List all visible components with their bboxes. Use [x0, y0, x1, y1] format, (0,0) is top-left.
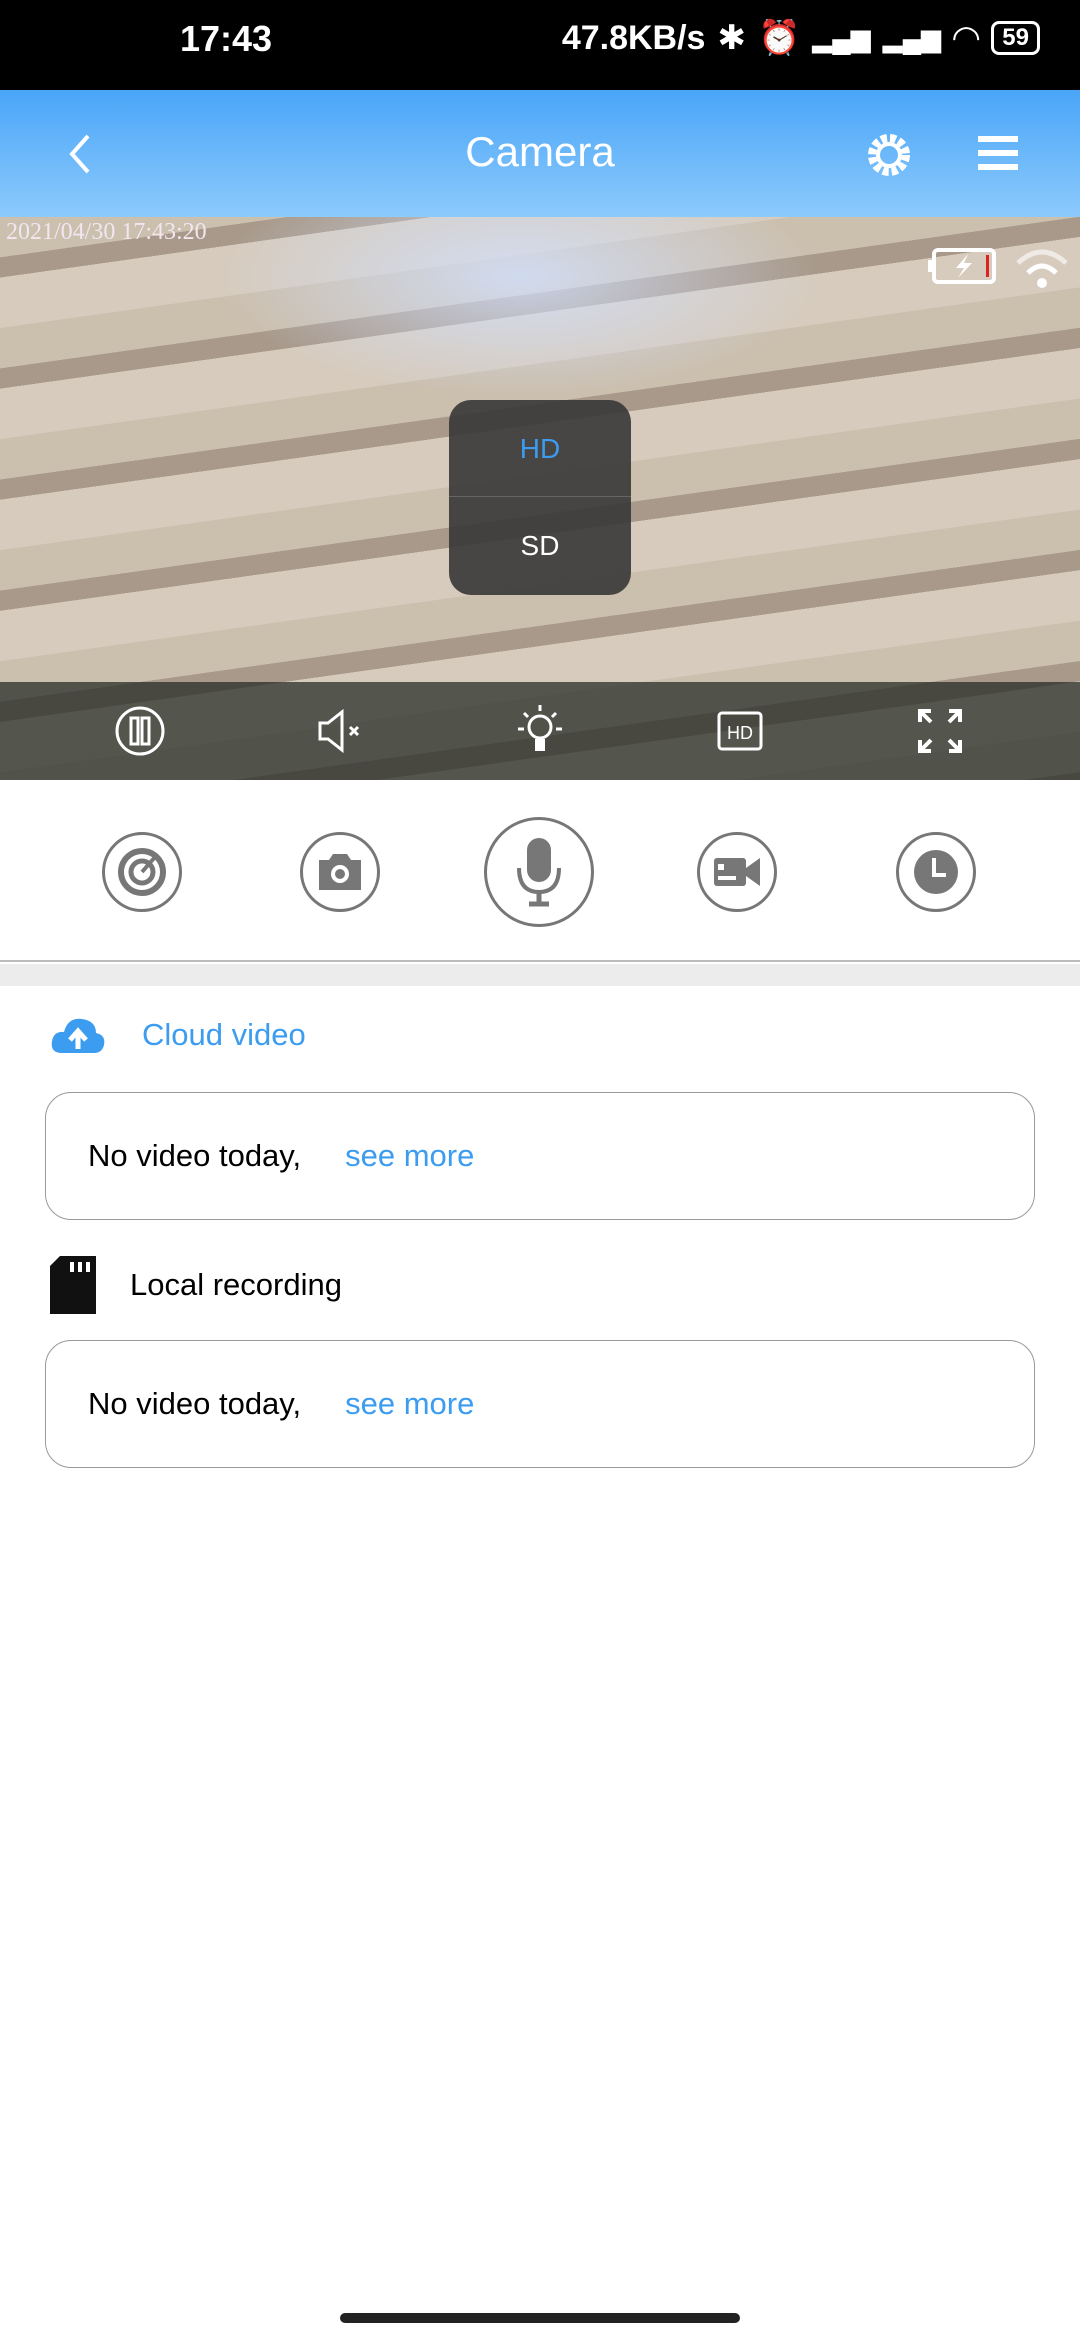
video-camera-icon: [714, 858, 760, 886]
video-timestamp: 2021/04/30 17:43:20: [6, 219, 207, 245]
mute-icon[interactable]: [310, 701, 370, 761]
quality-menu: HD SD: [449, 400, 631, 595]
camera-icon: [319, 854, 361, 890]
talk-button[interactable]: [484, 817, 594, 927]
menu-icon[interactable]: [978, 134, 1018, 172]
camera-live-view[interactable]: 2021/04/30 17:43:20 HD SD HD: [0, 217, 1080, 780]
snapshot-button[interactable]: [300, 832, 380, 912]
cloud-video-card[interactable]: No video today, see more: [45, 1092, 1035, 1220]
signal-icon: ▂▄▆: [882, 22, 942, 53]
cloud-video-header: Cloud video: [50, 1015, 306, 1055]
net-speed: 47.8KB/s: [561, 18, 706, 57]
fullscreen-icon[interactable]: [910, 701, 970, 761]
local-empty-text: No video today,: [88, 1386, 302, 1421]
detection-button[interactable]: [102, 832, 182, 912]
cloud-upload-icon: [51, 1018, 105, 1053]
camera-wifi-icon: [1016, 249, 1068, 288]
clock-icon: [914, 850, 958, 894]
alarm-icon: ⏰: [757, 19, 801, 57]
cloud-empty-text: No video today,: [88, 1138, 302, 1173]
cloud-see-more-link[interactable]: see more: [345, 1138, 474, 1174]
action-row: [0, 780, 1080, 962]
bluetooth-icon: ✱: [717, 19, 746, 57]
video-control-bar: HD: [0, 682, 1080, 780]
hd-toggle[interactable]: HD: [710, 701, 770, 761]
playback-button[interactable]: [896, 832, 976, 912]
signal-icon: ▂▄▆: [812, 22, 871, 53]
section-divider: [0, 964, 1080, 986]
local-recording-title: Local recording: [130, 1267, 342, 1302]
camera-battery-icon: [928, 248, 996, 284]
sd-card-icon: [50, 1256, 96, 1314]
home-indicator[interactable]: [340, 2313, 740, 2323]
cloud-video-title: Cloud video: [142, 1017, 306, 1052]
battery-icon: 59: [991, 21, 1040, 55]
hd-badge-text: HD: [727, 723, 753, 743]
page-title: Camera: [465, 128, 615, 175]
light-bulb-icon[interactable]: [510, 701, 570, 761]
settings-icon[interactable]: [866, 132, 912, 178]
status-time: 17:43: [180, 18, 273, 59]
local-recording-card[interactable]: No video today, see more: [45, 1340, 1035, 1468]
microphone-icon: [517, 838, 561, 907]
local-see-more-link[interactable]: see more: [345, 1386, 474, 1422]
quality-option-hd[interactable]: HD: [449, 400, 631, 497]
quality-option-sd[interactable]: SD: [449, 497, 631, 594]
local-recording-header: Local recording: [50, 1256, 342, 1314]
wifi-icon: ◠: [953, 19, 980, 57]
record-button[interactable]: [697, 832, 777, 912]
pause-icon[interactable]: [110, 701, 170, 761]
status-bar: 17:43 47.8KB/s ✱ ⏰ ▂▄▆ ▂▄▆ ◠ 59: [0, 0, 1080, 90]
radar-icon: [118, 848, 166, 896]
app-header: Camera: [0, 90, 1080, 217]
